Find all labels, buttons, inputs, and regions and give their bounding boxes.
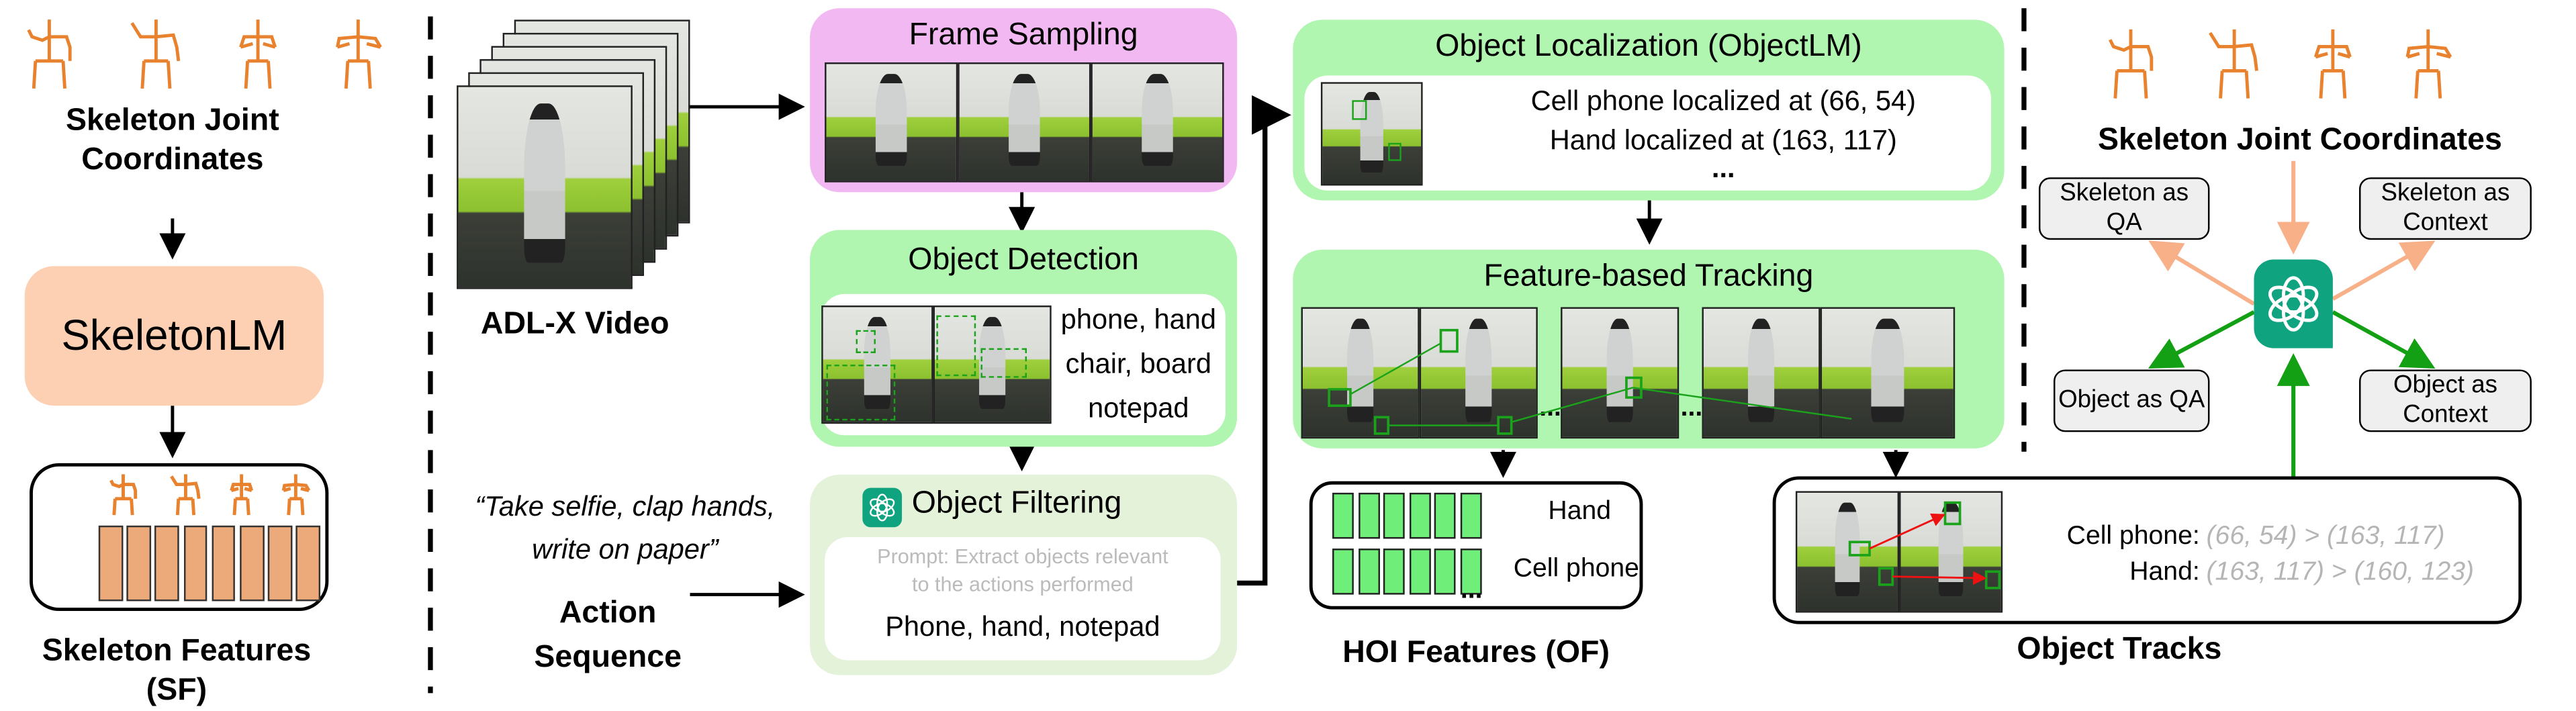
qa-label: Context [2403,208,2488,237]
track-name: Cell phone: [2066,522,2200,551]
skeleton-figure [2108,29,2154,99]
object-as-qa: Object as QA [2054,369,2210,432]
pipeline-diagram: Skeleton Joint Coordinates SkeletonLM Sk… [0,0,2576,708]
qa-label: Skeleton as [2381,179,2510,207]
skeleton-as-qa: Skeleton as QA [2038,177,2210,240]
skeleton-figure [2405,29,2452,99]
track-name: Hand: [2129,558,2200,587]
qa-label: Object as [2393,371,2497,399]
qa-label: Object as QA [2058,385,2205,414]
track-value: (66, 54) > (163, 117) [2206,522,2445,551]
skeleton-as-context: Skeleton as Context [2359,177,2532,240]
object-tracks-box: Cell phone: Hand: (66, 54) > (163, 117) … [1772,476,2522,624]
qa-label: Skeleton as QA [2060,179,2189,237]
qa-label: Context [2403,400,2488,429]
chatgpt-icon [2254,259,2333,348]
track-values: (66, 54) > (163, 117) (163, 117) > (160,… [2207,519,2475,591]
track-value: (163, 117) > (160, 123) [2206,558,2475,587]
object-tracks-label: Object Tracks [2017,632,2222,667]
track-names: Cell phone: Hand: [2035,519,2200,591]
skeleton-figure [2209,29,2258,99]
object-as-context: Object as Context [2359,369,2532,432]
skeleton-figure [2313,29,2352,99]
skeleton-joint-label-right: Skeleton Joint Coordinates [2098,123,2502,158]
